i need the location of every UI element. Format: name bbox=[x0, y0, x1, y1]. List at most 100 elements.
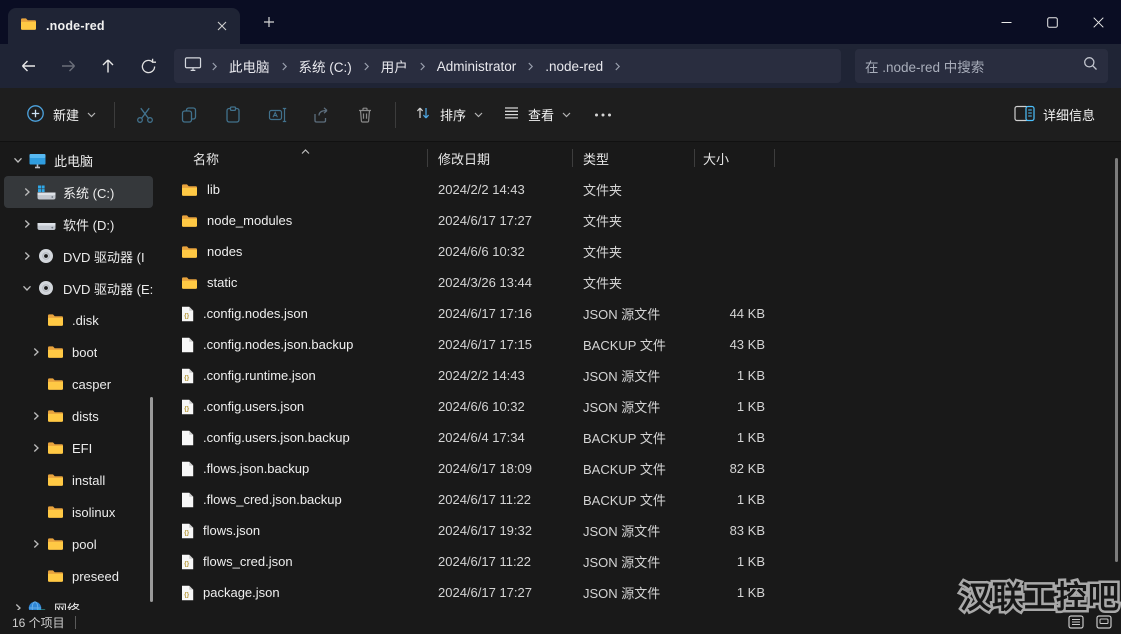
file-size: 1 KB bbox=[736, 554, 765, 569]
tree-chevron-icon[interactable] bbox=[10, 603, 26, 610]
new-tab-button[interactable] bbox=[254, 7, 284, 37]
tree-chevron-icon[interactable] bbox=[19, 284, 35, 292]
sidebar-item[interactable]: EFI bbox=[4, 432, 153, 464]
file-row[interactable]: node_modules 2024/6/17 17:27 文件夹 bbox=[163, 205, 1121, 236]
tree-chevron-icon[interactable] bbox=[28, 443, 44, 453]
sidebar-item[interactable]: preseed bbox=[4, 560, 153, 592]
tree-chevron-icon[interactable] bbox=[28, 347, 44, 357]
breadcrumb-item[interactable]: .node-red bbox=[543, 57, 605, 76]
paste-button[interactable] bbox=[211, 97, 255, 133]
titlebar: .node-red bbox=[0, 0, 1121, 44]
tree-chevron-icon[interactable] bbox=[19, 219, 35, 229]
file-row[interactable]: .flows.json.backup 2024/6/17 18:09 BACKUP … bbox=[163, 453, 1121, 484]
maximize-button[interactable] bbox=[1029, 0, 1075, 44]
sidebar-item[interactable]: 此电脑 bbox=[4, 144, 153, 176]
tab-close-icon[interactable] bbox=[210, 14, 234, 38]
sidebar-item[interactable]: 软件 (D:) bbox=[4, 208, 153, 240]
view-lines-icon bbox=[503, 105, 520, 124]
json-icon: {} bbox=[181, 554, 194, 570]
drive-icon bbox=[35, 217, 57, 231]
toolbar-divider bbox=[114, 101, 116, 128]
column-header-type[interactable]: 类型 bbox=[573, 142, 695, 174]
sidebar-item-label: 系统 (C:) bbox=[63, 185, 115, 201]
more-options-button[interactable] bbox=[581, 97, 625, 133]
file-row[interactable]: lib 2024/2/2 14:43 文件夹 bbox=[163, 174, 1121, 205]
file-list-scrollbar[interactable] bbox=[1115, 158, 1118, 562]
sidebar-item-label: dists bbox=[72, 408, 99, 424]
forward-button[interactable] bbox=[48, 49, 88, 83]
explorer-tab[interactable]: .node-red bbox=[8, 8, 240, 44]
back-button[interactable] bbox=[8, 49, 48, 83]
file-name: flows.json bbox=[203, 523, 261, 538]
folder-icon bbox=[181, 214, 198, 228]
file-row[interactable]: {} package.json 2024/6/17 17:27 JSON 源文件 1 K… bbox=[163, 577, 1121, 608]
column-header-date-modified[interactable]: 修改日期 bbox=[428, 142, 573, 174]
details-view-toggle[interactable] bbox=[1065, 612, 1087, 632]
share-button[interactable] bbox=[299, 97, 343, 133]
search-icon bbox=[1083, 56, 1098, 76]
file-row[interactable]: nodes 2024/6/6 10:32 文件夹 bbox=[163, 236, 1121, 267]
up-button[interactable] bbox=[88, 49, 128, 83]
delete-button[interactable] bbox=[343, 97, 387, 133]
sidebar-item[interactable]: install bbox=[4, 464, 153, 496]
json-icon: {} bbox=[181, 585, 194, 601]
file-row[interactable]: .config.users.json.backup 2024/6/4 17:34 B… bbox=[163, 422, 1121, 453]
sidebar-item-label: 软件 (D:) bbox=[63, 217, 115, 233]
new-button[interactable]: 新建 bbox=[16, 97, 106, 133]
minimize-button[interactable] bbox=[983, 0, 1029, 44]
refresh-button[interactable] bbox=[128, 49, 168, 83]
sort-button[interactable]: 排序 bbox=[404, 97, 493, 132]
sidebar-scrollbar[interactable] bbox=[150, 397, 153, 602]
breadcrumb-item[interactable]: 用户 bbox=[379, 54, 410, 78]
file-type: 文件夹 bbox=[583, 214, 623, 229]
file-size: 83 KB bbox=[729, 523, 765, 538]
search-input[interactable]: 在 .node-red 中搜索 bbox=[855, 49, 1108, 83]
sidebar-item[interactable]: isolinux bbox=[4, 496, 153, 528]
file-date-modified: 2024/2/2 14:43 bbox=[438, 368, 525, 383]
tree-chevron-icon[interactable] bbox=[10, 156, 26, 164]
file-row[interactable]: {} .config.nodes.json 2024/6/17 17:16 JSON … bbox=[163, 298, 1121, 329]
file-row[interactable]: .flows_cred.json.backup 2024/6/17 11:22 BA… bbox=[163, 484, 1121, 515]
drive-windows-icon bbox=[35, 185, 57, 200]
cut-button[interactable] bbox=[123, 97, 167, 133]
file-type: JSON 源文件 bbox=[583, 555, 661, 570]
file-row[interactable]: {} .config.users.json 2024/6/6 10:32 JSON 源… bbox=[163, 391, 1121, 422]
rename-button[interactable] bbox=[255, 97, 299, 133]
file-row[interactable]: {} .config.runtime.json 2024/2/2 14:43 JSON… bbox=[163, 360, 1121, 391]
breadcrumb-chevron-icon bbox=[614, 62, 621, 71]
tree-chevron-icon[interactable] bbox=[28, 539, 44, 549]
sidebar-item[interactable]: casper bbox=[4, 368, 153, 400]
breadcrumb-item[interactable]: 系统 (C:) bbox=[297, 54, 354, 78]
large-icons-view-toggle[interactable] bbox=[1093, 612, 1115, 632]
file-name: package.json bbox=[203, 585, 280, 600]
breadcrumb-item[interactable]: Administrator bbox=[435, 57, 519, 76]
column-header-name[interactable]: 名称 bbox=[163, 142, 428, 174]
file-row[interactable]: {} flows.json 2024/6/17 19:32 JSON 源文件 83 KB bbox=[163, 515, 1121, 546]
column-header-size[interactable]: 大小 bbox=[695, 142, 775, 174]
breadcrumb-item[interactable]: 此电脑 bbox=[227, 54, 272, 78]
view-button[interactable]: 查看 bbox=[493, 98, 581, 131]
file-row[interactable]: static 2024/3/26 13:44 文件夹 bbox=[163, 267, 1121, 298]
address-bar[interactable]: 此电脑 系统 (C:) 用户 Administrator .node-red bbox=[174, 49, 841, 83]
sidebar-item[interactable]: 系统 (C:) bbox=[4, 176, 153, 208]
sidebar-item[interactable]: pool bbox=[4, 528, 153, 560]
file-name: .flows.json.backup bbox=[203, 461, 310, 476]
details-pane-button[interactable]: 详细信息 bbox=[1004, 98, 1105, 132]
close-button[interactable] bbox=[1075, 0, 1121, 44]
file-type: BACKUP 文件 bbox=[583, 338, 666, 353]
file-row[interactable]: .config.nodes.json.backup 2024/6/17 17:15… bbox=[163, 329, 1121, 360]
sidebar-item[interactable]: .disk bbox=[4, 304, 153, 336]
tree-chevron-icon[interactable] bbox=[28, 411, 44, 421]
sidebar-item[interactable]: 网络 bbox=[4, 592, 153, 610]
tree-chevron-icon[interactable] bbox=[19, 251, 35, 261]
file-row[interactable]: {} flows_cred.json 2024/6/17 11:22 JSON 源文件… bbox=[163, 546, 1121, 577]
sidebar-item[interactable]: DVD 驱动器 (E: bbox=[4, 272, 153, 304]
disc-icon bbox=[35, 280, 57, 296]
folder-icon bbox=[44, 441, 66, 455]
copy-button[interactable] bbox=[167, 97, 211, 133]
sidebar-item[interactable]: boot bbox=[4, 336, 153, 368]
sidebar-item[interactable]: dists bbox=[4, 400, 153, 432]
sidebar-item[interactable]: DVD 驱动器 (I bbox=[4, 240, 153, 272]
tree-chevron-icon[interactable] bbox=[19, 187, 35, 197]
file-date-modified: 2024/6/17 17:15 bbox=[438, 337, 532, 352]
